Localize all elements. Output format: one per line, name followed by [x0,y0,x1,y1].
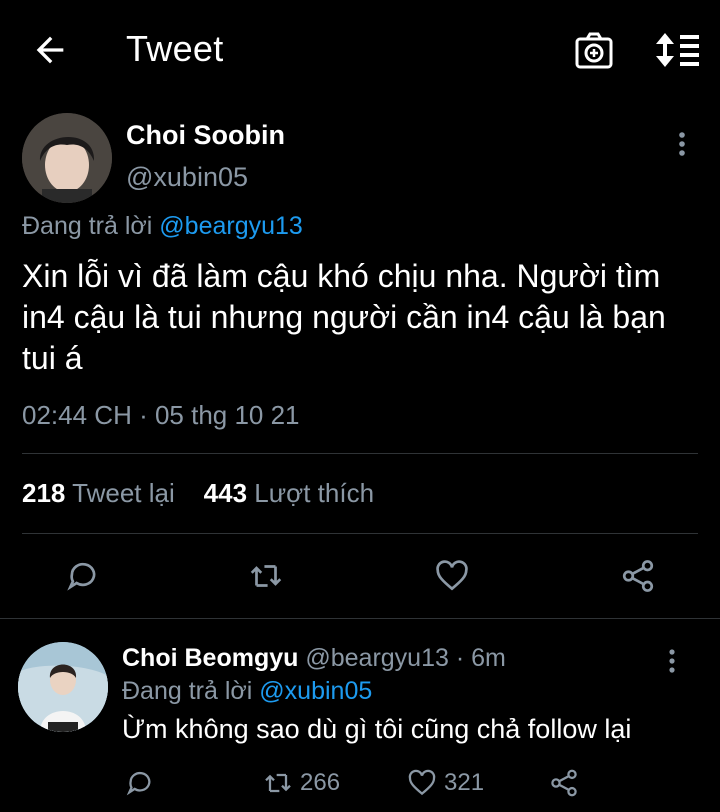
share-icon[interactable] [619,557,657,595]
heart-icon[interactable] [433,557,471,595]
replying-to-link[interactable]: @xubin05 [259,677,372,705]
tweet-text: Xin lỗi vì đã làm cậu khó chịu nha. Ngườ… [22,258,666,376]
more-options-icon[interactable] [670,130,694,158]
reply-action[interactable] [124,766,162,800]
like-label: Lượt thích [254,478,375,508]
retweet-icon[interactable] [247,557,285,595]
author-name[interactable]: Choi Soobin [126,120,285,151]
retweet-count: 266 [300,769,341,796]
share-action[interactable] [548,766,586,800]
tweet-timestamp[interactable]: 02:44 CH · 05 thg 10 21 [22,400,300,431]
heart-icon [408,769,436,796]
more-options-icon[interactable] [660,647,684,675]
reply-time[interactable]: 6m [471,644,506,672]
reply-icon[interactable] [64,557,102,595]
retweet-icon [265,773,291,793]
engagement-stats: 218 Tweet lại 443 Lượt thích [22,478,374,509]
divider [22,453,698,454]
like-count: 443 [203,478,248,508]
top-bar: Tweet [0,0,720,100]
share-icon [551,769,577,797]
page-title: Tweet [126,28,224,69]
like-count: 321 [444,769,485,796]
like-stat[interactable]: 443 Lượt thích [204,478,374,508]
author-handle[interactable]: @xubin05 [126,162,248,193]
replying-to-label: Đang trả lời [22,212,153,240]
replying-to-label: Đang trả lời [122,677,253,705]
divider [22,533,698,534]
replying-to: Đang trả lời @beargyu13 [22,212,303,241]
retweet-count: 218 [22,478,66,508]
retweet-label: Tweet lại [72,478,175,508]
reply-text: Ừm không sao dù gì tôi cũng chả follow l… [122,714,632,744]
reply-header: Choi Beomgyu @beargyu13 · 6m [122,644,506,673]
reply-author-name[interactable]: Choi Beomgyu [122,644,298,672]
divider [0,618,720,619]
arrow-left-icon[interactable] [30,30,70,70]
retweet-action[interactable]: 266 [262,766,340,800]
reply-author-handle[interactable]: @beargyu13 [305,644,449,672]
separator: · [455,644,465,672]
like-action[interactable]: 321 [406,766,484,800]
retweet-stat[interactable]: 218 Tweet lại [22,478,175,508]
avatar[interactable] [18,642,108,732]
avatar[interactable] [22,113,112,203]
replying-to: Đang trả lời @xubin05 [122,677,372,706]
replying-to-link[interactable]: @beargyu13 [159,212,303,240]
reply-icon [126,771,151,796]
camera-icon[interactable] [572,30,616,72]
sort-icon[interactable] [654,32,700,68]
